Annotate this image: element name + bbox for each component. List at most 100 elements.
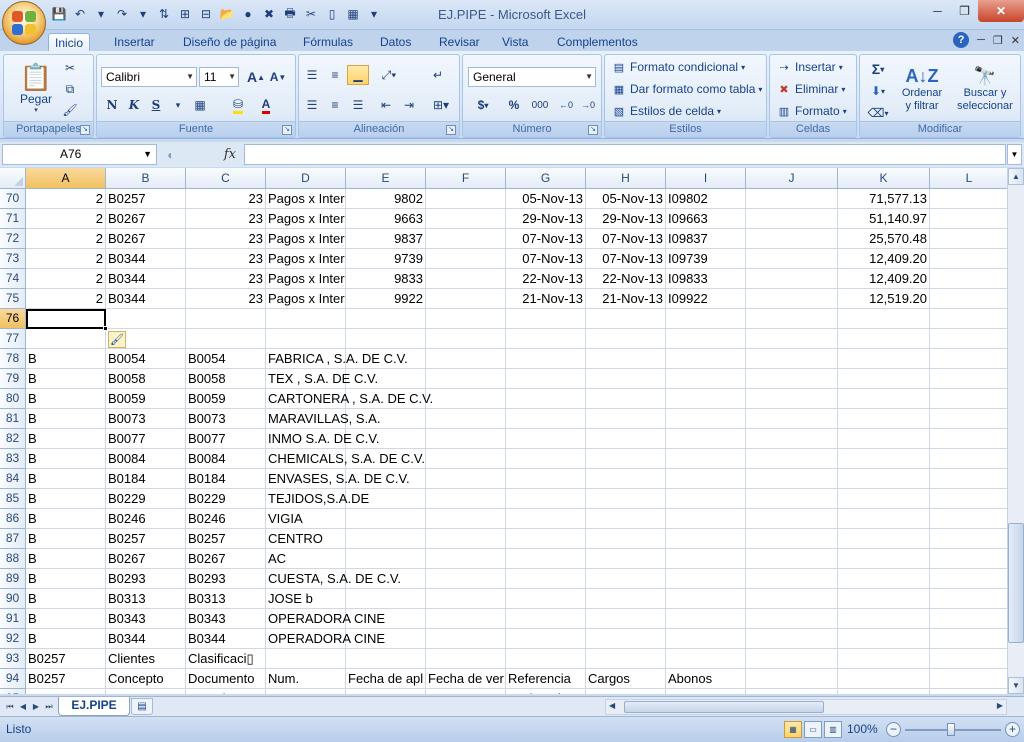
cell-k76[interactable] <box>838 309 930 329</box>
cell-j72[interactable] <box>746 229 838 249</box>
cell-i78[interactable] <box>666 349 746 369</box>
workbook-minimize-button[interactable]: ─ <box>977 34 985 46</box>
cell-f89[interactable] <box>426 569 506 589</box>
cell-i73[interactable]: I09739 <box>666 249 746 269</box>
cell-i87[interactable] <box>666 529 746 549</box>
wrap-text-button[interactable]: ↵ <box>427 65 449 85</box>
cell-l84[interactable] <box>930 469 1007 489</box>
cell-g94[interactable]: Referencia <box>506 669 586 689</box>
find-select-button[interactable]: 🔭 Buscar y seleccionar <box>952 57 1018 121</box>
cell-k71[interactable]: 51,140.97 <box>838 209 930 229</box>
row-header[interactable]: 85 <box>0 489 26 509</box>
cell-d78[interactable]: FABRICA , S.A. DE C.V. <box>266 349 408 369</box>
cell-g95[interactable]: Fecha y hora <box>506 689 586 694</box>
cell-b76[interactable] <box>106 309 186 329</box>
normal-view-button[interactable]: ▦ <box>784 721 802 738</box>
cell-k93[interactable] <box>838 649 930 669</box>
cell-j87[interactable] <box>746 529 838 549</box>
cell-g84[interactable] <box>506 469 586 489</box>
cell-i89[interactable] <box>666 569 746 589</box>
cell-k70[interactable]: 71,577.13 <box>838 189 930 209</box>
row-header[interactable]: 82 <box>0 429 26 449</box>
cell-d81[interactable]: MARAVILLAS, S.A. <box>266 409 380 429</box>
cell-b90[interactable]: B0313 <box>106 589 186 609</box>
cell-l74[interactable] <box>930 269 1007 289</box>
column-header-b[interactable]: B <box>106 168 186 189</box>
cell-i94[interactable]: Abonos <box>666 669 746 689</box>
cell-l89[interactable] <box>930 569 1007 589</box>
cell-c84[interactable]: B0184 <box>186 469 266 489</box>
cell-f90[interactable] <box>426 589 506 609</box>
row-header[interactable]: 72 <box>0 229 26 249</box>
cell-k88[interactable] <box>838 549 930 569</box>
cell-f80[interactable] <box>426 389 506 409</box>
column-header-h[interactable]: H <box>586 168 666 189</box>
row-header[interactable]: 86 <box>0 509 26 529</box>
cell-h82[interactable] <box>586 429 666 449</box>
cell-l71[interactable] <box>930 209 1007 229</box>
cell-b89[interactable]: B0293 <box>106 569 186 589</box>
cell-g85[interactable] <box>506 489 586 509</box>
cell-c73[interactable]: 23 <box>186 249 266 269</box>
cell-a81[interactable]: B <box>26 409 106 429</box>
cell-d92[interactable]: OPERADORA CINE <box>266 629 385 649</box>
cell-c90[interactable]: B0313 <box>186 589 266 609</box>
cell-b80[interactable]: B0059 <box>106 389 186 409</box>
font-launcher-icon[interactable]: ↘ <box>282 125 292 135</box>
cell-h72[interactable]: 07-Nov-13 <box>586 229 666 249</box>
cell-l81[interactable] <box>930 409 1007 429</box>
redo-icon[interactable]: ↷ <box>113 5 131 23</box>
splitter-icon[interactable]: ◖ <box>166 148 173 162</box>
cell-j84[interactable] <box>746 469 838 489</box>
cell-e90[interactable] <box>346 589 426 609</box>
cell-b82[interactable]: B0077 <box>106 429 186 449</box>
cell-g77[interactable] <box>506 329 586 349</box>
cell-c77[interactable] <box>186 329 266 349</box>
row-header[interactable]: 81 <box>0 409 26 429</box>
cell-b85[interactable]: B0229 <box>106 489 186 509</box>
cell-d86[interactable]: VIGIA <box>266 509 346 529</box>
cell-d84[interactable]: ENVASES, S.A. DE C.V. <box>266 469 410 489</box>
cell-a71[interactable]: 2 <box>26 209 106 229</box>
cell-b73[interactable]: B0344 <box>106 249 186 269</box>
expand-formula-bar-button[interactable]: ▼ <box>1007 144 1022 165</box>
align-middle-button[interactable]: ≡ <box>324 65 346 85</box>
chart-icon[interactable]: ▦ <box>344 5 362 23</box>
cell-c95[interactable]: Usuario: <box>186 689 266 694</box>
column-header-a[interactable]: A <box>26 168 106 189</box>
cell-e73[interactable]: 9739 <box>346 249 426 269</box>
undo-dropdown-icon[interactable]: ▾ <box>92 5 110 23</box>
cell-c81[interactable]: B0073 <box>186 409 266 429</box>
thousands-button[interactable]: 000 <box>527 95 553 115</box>
column-header-j[interactable]: J <box>746 168 838 189</box>
cell-j91[interactable] <box>746 609 838 629</box>
cell-f73[interactable] <box>426 249 506 269</box>
cell-a79[interactable]: B <box>26 369 106 389</box>
cell-f93[interactable] <box>426 649 506 669</box>
cell-h78[interactable] <box>586 349 666 369</box>
delete-rows-icon[interactable]: ✂ <box>302 5 320 23</box>
cell-e77[interactable] <box>346 329 426 349</box>
cell-i81[interactable] <box>666 409 746 429</box>
cell-i80[interactable] <box>666 389 746 409</box>
align-top-button[interactable]: ☰ <box>301 65 323 85</box>
cell-b94[interactable]: Concepto <box>106 669 186 689</box>
help-icon[interactable]: ? <box>953 32 970 48</box>
cell-c85[interactable]: B0229 <box>186 489 266 509</box>
align-left-button[interactable]: ☰ <box>301 95 323 115</box>
row-header[interactable]: 90 <box>0 589 26 609</box>
grow-font-button[interactable]: A ▲ <box>245 67 267 87</box>
cell-k81[interactable] <box>838 409 930 429</box>
cell-a72[interactable]: 2 <box>26 229 106 249</box>
cell-l88[interactable] <box>930 549 1007 569</box>
zoom-in-button[interactable]: + <box>1005 722 1020 737</box>
cell-e71[interactable]: 9663 <box>346 209 426 229</box>
cell-h94[interactable]: Cargos <box>586 669 666 689</box>
cell-c82[interactable]: B0077 <box>186 429 266 449</box>
cell-j73[interactable] <box>746 249 838 269</box>
cell-l76[interactable] <box>930 309 1007 329</box>
sheet-tab-ej-pipe[interactable]: EJ.PIPE <box>58 697 130 716</box>
cell-e74[interactable]: 9833 <box>346 269 426 289</box>
cell-i93[interactable] <box>666 649 746 669</box>
cell-e70[interactable]: 9802 <box>346 189 426 209</box>
